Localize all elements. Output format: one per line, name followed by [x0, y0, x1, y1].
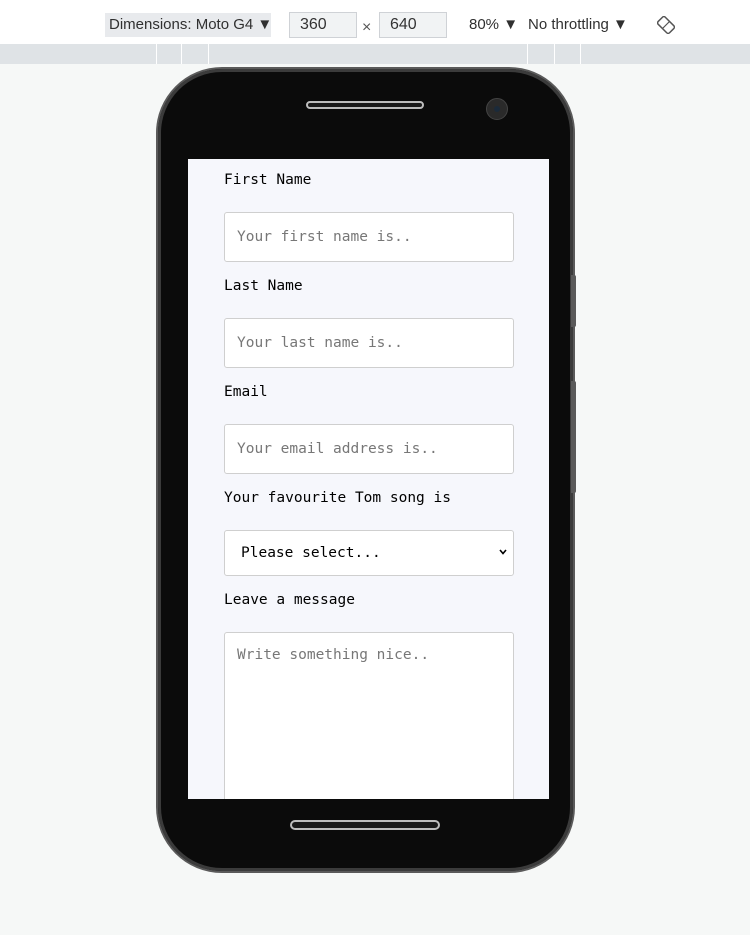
- phone-home-bar: [290, 820, 440, 830]
- ruler-tick: [554, 44, 555, 64]
- last-name-label: Last Name: [224, 278, 303, 294]
- rotate-icon[interactable]: [657, 16, 675, 34]
- device-toolbar: Dimensions: Moto G4 ▼ 360 × 640 80% ▼ No…: [0, 0, 750, 45]
- first-name-label: First Name: [224, 172, 312, 188]
- ruler-tick: [527, 44, 528, 64]
- media-query-ruler: [0, 44, 750, 64]
- device-screen: First Name Last Name Email Your favourit…: [188, 159, 549, 799]
- first-name-input[interactable]: [224, 212, 514, 262]
- last-name-input[interactable]: [224, 318, 514, 368]
- chevron-down-icon: [499, 549, 507, 555]
- phone-camera: [486, 98, 508, 120]
- email-label: Email: [224, 384, 268, 400]
- phone-side-button: [571, 275, 576, 327]
- phone-side-button: [571, 381, 576, 493]
- ruler-tick: [181, 44, 182, 64]
- dimensions-select[interactable]: Dimensions: Moto G4 ▼: [105, 13, 272, 37]
- zoom-select[interactable]: 80% ▼: [469, 13, 518, 37]
- times-sign: ×: [362, 19, 372, 36]
- song-label: Your favourite Tom song is: [224, 490, 451, 506]
- ruler-tick: [208, 44, 209, 64]
- email-input[interactable]: [224, 424, 514, 474]
- ruler-tick: [580, 44, 581, 64]
- message-label: Leave a message: [224, 592, 355, 608]
- song-select-value: Please select...: [241, 545, 381, 561]
- width-input[interactable]: 360: [289, 12, 357, 38]
- phone-speaker: [306, 101, 424, 109]
- ruler-tick: [156, 44, 157, 64]
- song-select[interactable]: Please select...: [224, 530, 514, 576]
- throttling-select[interactable]: No throttling ▼: [528, 13, 628, 37]
- height-input[interactable]: 640: [379, 12, 447, 38]
- message-textarea[interactable]: [224, 632, 514, 799]
